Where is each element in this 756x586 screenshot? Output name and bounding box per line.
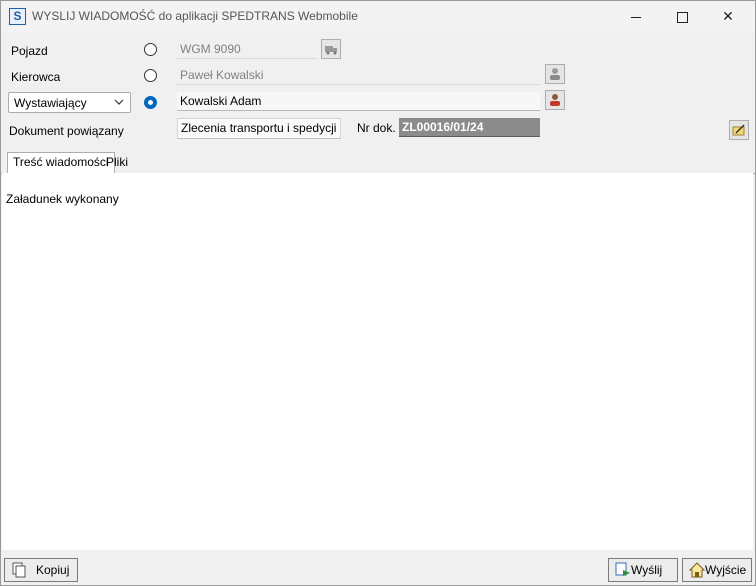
title-bar: S WYSLIJ WIADOMOŚĆ do aplikacji SPEDTRAN… (1, 1, 755, 32)
issuer-select-value: Wystawiający (14, 96, 87, 110)
pojazd-radio[interactable] (144, 43, 157, 56)
dokument-label: Dokument powiązany (9, 124, 124, 138)
close-button[interactable]: ✕ (705, 1, 751, 32)
copy-button[interactable]: Kopiuj (4, 558, 78, 582)
wystawiajacy-field[interactable]: Kowalski Adam (177, 92, 540, 111)
kierowca-field[interactable]: Paweł Kowalski (177, 66, 540, 85)
tab-bar: Treść wiadomości Pliki (1, 151, 755, 174)
home-icon (689, 562, 705, 578)
wystawiajacy-radio[interactable] (144, 96, 157, 109)
send-button[interactable]: Wyślij (608, 558, 678, 582)
issuer-select[interactable]: Wystawiający (8, 92, 131, 113)
edit-note-icon (732, 124, 745, 136)
send-button-label: Wyślij (631, 563, 663, 577)
select-issuer-button[interactable] (545, 90, 565, 110)
pojazd-field[interactable]: WGM 9090 (177, 40, 317, 59)
nr-dok-label: Nr dok. (357, 121, 396, 135)
copy-button-label: Kopiuj (36, 563, 70, 577)
person-icon (550, 68, 560, 80)
truck-icon (325, 46, 337, 55)
tab-tresc-wiadomosci[interactable]: Treść wiadomości (7, 152, 115, 174)
maximize-button[interactable] (659, 1, 705, 32)
select-driver-button[interactable] (545, 64, 565, 84)
send-message-window: S WYSLIJ WIADOMOŚĆ do aplikacji SPEDTRAN… (0, 0, 756, 586)
minimize-icon (631, 16, 641, 18)
message-text[interactable]: Załadunek wykonany (6, 192, 119, 206)
nr-dok-field[interactable]: ZL00016/01/24 (399, 118, 540, 137)
send-icon (615, 562, 630, 576)
edit-document-button[interactable] (729, 120, 749, 140)
kierowca-label: Kierowca (11, 70, 61, 84)
window-title: WYSLIJ WIADOMOŚĆ do aplikacji SPEDTRANS … (32, 9, 358, 23)
copy-icon (12, 562, 26, 578)
dokument-type-field[interactable]: Zlecenia transportu i spedycji (177, 118, 341, 139)
close-icon: ✕ (722, 8, 734, 24)
exit-button[interactable]: Wyjście (682, 558, 752, 582)
maximize-icon (676, 11, 688, 23)
tab-pliki[interactable]: Pliki (101, 153, 133, 173)
select-vehicle-button[interactable] (321, 39, 341, 59)
minimize-button[interactable] (613, 1, 659, 32)
exit-button-label: Wyjście (705, 563, 747, 577)
pojazd-label: Pojazd (11, 44, 48, 58)
person-red-icon (550, 94, 560, 106)
chevron-down-icon (114, 99, 124, 105)
kierowca-radio[interactable] (144, 69, 157, 82)
message-body-editor[interactable]: Załadunek wykonany (2, 173, 753, 550)
app-icon: S (9, 8, 26, 25)
